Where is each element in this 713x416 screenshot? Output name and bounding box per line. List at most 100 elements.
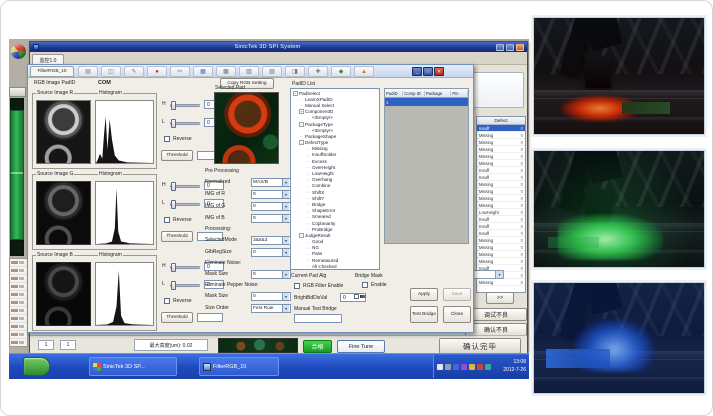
defect-table-row[interactable]: Insuff 0 — [477, 216, 525, 223]
save-button[interactable]: Save — [443, 288, 471, 301]
defect-table-row[interactable]: Missing 0 — [477, 153, 525, 160]
tree-expand-icon[interactable] — [306, 239, 311, 244]
tree-expand-icon[interactable]: - — [299, 233, 304, 238]
defect-table-row[interactable]: Missing 0 — [477, 132, 525, 139]
tree-expand-icon[interactable] — [306, 221, 311, 226]
defect-table-row[interactable]: Missing 0 — [477, 279, 525, 286]
tree-expand-icon[interactable] — [306, 190, 311, 195]
defect-table-row[interactable]: Missing 0 — [477, 258, 525, 265]
l-slider-thumb[interactable] — [171, 119, 176, 128]
processing-dropdown[interactable]: 0 — [251, 248, 291, 257]
tree-expand-icon[interactable] — [306, 159, 311, 164]
close-dialog-button[interactable]: Close — [443, 306, 471, 323]
close-button[interactable] — [516, 44, 524, 51]
threshold-value-field[interactable] — [197, 313, 223, 322]
h-slider-thumb[interactable] — [171, 101, 176, 110]
tree-expand-icon[interactable] — [299, 134, 304, 139]
processing-dropdown[interactable]: 3&5&3 — [251, 236, 291, 245]
tree-expand-icon[interactable]: - — [299, 122, 304, 127]
processing-dropdown[interactable]: First Rule — [251, 304, 291, 313]
defect-table-row[interactable]: Missing 0 — [477, 202, 525, 209]
tree-expand-icon[interactable]: - — [299, 140, 304, 145]
defect-table-row[interactable]: Missing 0 — [477, 139, 525, 146]
toolbar-icon[interactable]: ✂ — [170, 66, 190, 77]
toolbar-icon[interactable]: ▤ — [78, 66, 98, 77]
l-slider-thumb[interactable] — [171, 281, 176, 290]
test-bridge-button[interactable]: Test Bridge — [410, 306, 438, 323]
h-slider[interactable] — [170, 104, 200, 107]
tray-icon[interactable] — [477, 364, 483, 370]
more-button[interactable]: >> — [486, 292, 514, 304]
toolbar-icon[interactable]: ▦ — [193, 66, 213, 77]
defect-table-row[interactable]: Missing 0 — [477, 188, 525, 195]
dialog-maximize-button[interactable]: □ — [423, 67, 433, 76]
reverse-checkbox[interactable] — [164, 136, 170, 142]
tray-icon[interactable] — [485, 364, 491, 370]
tree-expand-icon[interactable] — [306, 227, 311, 232]
dialog-minimize-button[interactable]: _ — [412, 67, 422, 76]
h-slider-thumb[interactable] — [171, 263, 176, 272]
tree-expand-icon[interactable] — [306, 165, 311, 170]
main-titlebar[interactable]: SinicTek 3D SPI System — [30, 42, 527, 52]
tray-icon[interactable] — [453, 364, 459, 370]
defect-table-row[interactable]: Missing 0 — [477, 160, 525, 167]
tree-expand-icon[interactable] — [306, 202, 311, 207]
defect-table-row[interactable]: Insuff 0 — [477, 125, 525, 132]
processing-dropdown[interactable]: 0 — [251, 202, 291, 211]
confirm-complete-button[interactable]: 确认完毕 — [439, 338, 521, 354]
toolbar-icon[interactable]: ▲ — [354, 66, 374, 77]
defect-table-row[interactable]: Missing 0 — [477, 195, 525, 202]
defect-table-row[interactable]: Missing 0 — [477, 181, 525, 188]
h-slider[interactable] — [170, 185, 200, 188]
debug-ng-button[interactable]: 调试不良 — [465, 308, 527, 321]
h-slider[interactable] — [170, 266, 200, 269]
tree-expand-icon[interactable] — [306, 177, 311, 182]
l-slider[interactable] — [170, 284, 200, 287]
toolbar-icon[interactable]: ● — [147, 66, 167, 77]
tree-expand-icon[interactable] — [306, 128, 311, 133]
apply-button[interactable]: Apply — [410, 288, 438, 301]
minimize-button[interactable] — [496, 44, 504, 51]
tray-icon[interactable] — [461, 364, 467, 370]
tree-expand-icon[interactable] — [306, 115, 311, 120]
tray-icon[interactable] — [437, 364, 443, 370]
defect-table-row[interactable]: Insuff 0 — [477, 223, 525, 230]
defect-table-row[interactable]: Missing 0 — [477, 251, 525, 258]
defect-table-row[interactable]: Missing 0 — [477, 237, 525, 244]
fine-tune-button[interactable]: Fine Tune — [337, 340, 385, 353]
tree-expand-icon[interactable] — [306, 258, 311, 263]
tree-expand-icon[interactable]: - — [293, 91, 298, 96]
toolbar-icon[interactable]: ✎ — [124, 66, 144, 77]
pad-table-selected-row[interactable]: 1 — [385, 98, 468, 106]
processing-dropdown[interactable]: 0 — [251, 270, 291, 279]
threshold-button[interactable]: Threshold — [161, 231, 193, 242]
l-slider[interactable] — [170, 203, 200, 206]
tree-expand-icon[interactable] — [306, 152, 311, 157]
tree-item[interactable]: All Checked — [291, 263, 379, 269]
defect-table-row[interactable]: Insuff 0 — [477, 167, 525, 174]
taskbar-task-2[interactable]: FilterRGB_10 — [199, 357, 279, 376]
maximize-button[interactable] — [506, 44, 514, 51]
l-slider[interactable] — [170, 122, 200, 125]
toolbar-icon[interactable]: ◨ — [285, 66, 305, 77]
toolbar-icon[interactable]: ◆ — [331, 66, 351, 77]
reverse-checkbox[interactable] — [164, 217, 170, 223]
tree-expand-icon[interactable] — [306, 196, 311, 201]
taskbar-task-1[interactable]: SinicTek 3D SP... — [89, 357, 177, 376]
manual-test-bridge-field[interactable] — [294, 314, 342, 323]
defect-table-row[interactable]: Missing 0 — [477, 146, 525, 153]
taskbar-clock[interactable]: 13:08 2012-7-26 — [503, 359, 526, 374]
tree-expand-icon[interactable] — [306, 264, 311, 269]
threshold-button[interactable]: Threshold — [161, 312, 193, 323]
dialog-close-button[interactable]: ✕ — [434, 67, 444, 76]
toolbar-icon[interactable]: ▧ — [262, 66, 282, 77]
tree-expand-icon[interactable] — [299, 103, 304, 108]
toolbar-icon[interactable]: ▩ — [216, 66, 236, 77]
tray-icon[interactable] — [469, 364, 475, 370]
defect-table-row[interactable]: Missing 0 — [477, 244, 525, 251]
tray-icon[interactable] — [445, 364, 451, 370]
tree-expand-icon[interactable] — [306, 208, 311, 213]
defect-table-row[interactable]: LowHeight 0 — [477, 209, 525, 216]
processing-dropdown[interactable]: 0 — [251, 190, 291, 199]
tree-expand-icon[interactable]: + — [299, 109, 304, 114]
